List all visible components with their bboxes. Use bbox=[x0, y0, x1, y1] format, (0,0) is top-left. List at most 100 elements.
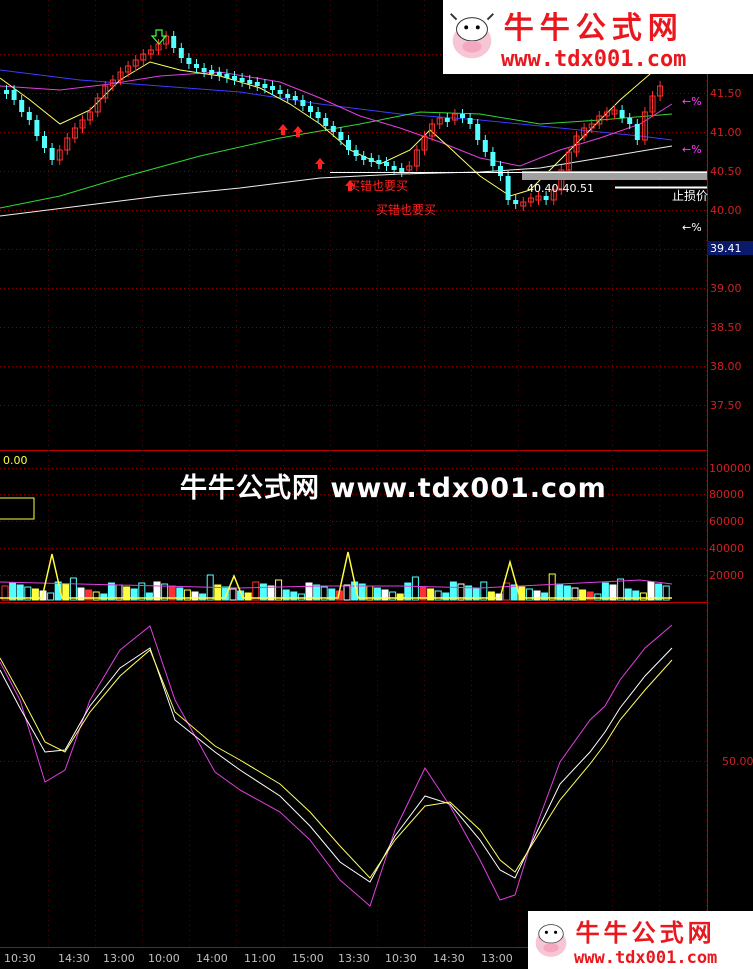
candle-body-down bbox=[247, 80, 253, 84]
price-axis-label: 41.00 bbox=[710, 126, 742, 139]
watermark-logo-top: 牛牛公式网 www.tdx001.com bbox=[443, 0, 753, 74]
candle-body-down bbox=[194, 64, 199, 68]
candle-body-down bbox=[34, 120, 40, 136]
price-axis-label: 41.50 bbox=[710, 87, 742, 100]
time-label: 14:00 bbox=[196, 952, 228, 965]
volume-bar bbox=[275, 579, 283, 601]
candle-body-down bbox=[315, 112, 321, 118]
candle-body-down bbox=[353, 150, 359, 156]
time-label: 10:30 bbox=[4, 952, 36, 965]
buy-signal-text-1: 买错也要买 bbox=[348, 179, 408, 193]
price-axis-label: 40.50 bbox=[710, 165, 742, 178]
candle-body-down bbox=[262, 84, 268, 88]
candle-body-down bbox=[239, 78, 245, 82]
time-label: 10:30 bbox=[385, 952, 417, 965]
price-axis-label: 37.50 bbox=[710, 399, 742, 412]
kdj-d-line bbox=[0, 649, 673, 879]
candle-body-down bbox=[232, 76, 237, 80]
candle-body-down bbox=[4, 90, 9, 94]
time-label: 15:00 bbox=[292, 952, 324, 965]
volume-bar bbox=[411, 576, 419, 601]
candle-body-down bbox=[186, 58, 192, 64]
price-axis-label: 40.00 bbox=[710, 204, 742, 217]
candle-body-down bbox=[513, 200, 519, 204]
candle-body-down bbox=[224, 74, 230, 78]
volume-bar bbox=[290, 591, 298, 601]
arrow-label-3: ←% bbox=[682, 221, 702, 234]
volume-bar bbox=[244, 592, 252, 601]
candle-body-down bbox=[444, 118, 450, 122]
volume-bar bbox=[586, 591, 594, 601]
watermark-url: www.tdx001.com bbox=[574, 947, 718, 968]
current-price-label: 39.41 bbox=[710, 242, 742, 255]
volume-bar bbox=[69, 577, 77, 601]
time-label: 13:00 bbox=[103, 952, 135, 965]
volume-bar bbox=[503, 582, 511, 601]
volume-magenta-line bbox=[0, 579, 673, 589]
kdj-j-line bbox=[0, 624, 673, 907]
price-axis-label: 39.00 bbox=[710, 282, 742, 295]
volume-axis-label: 60000 bbox=[709, 515, 744, 528]
candle-body-down bbox=[619, 110, 625, 118]
candle-body-down bbox=[543, 196, 549, 200]
candle-body-down bbox=[627, 118, 633, 124]
time-label: 11:00 bbox=[244, 952, 276, 965]
kdj-lines bbox=[0, 624, 673, 907]
candle-body-down bbox=[323, 118, 329, 126]
candle-body-down bbox=[270, 86, 275, 90]
volume-bar bbox=[639, 592, 647, 601]
candle-body-down bbox=[361, 156, 367, 160]
candle-body-down bbox=[376, 160, 382, 164]
cow-mascot-icon bbox=[535, 924, 567, 957]
candle-body-down bbox=[216, 72, 222, 76]
candle-body-down bbox=[11, 90, 17, 100]
price-axis-label: 38.50 bbox=[710, 321, 742, 334]
buy-signal-up-arrow-icon bbox=[278, 124, 288, 135]
candle-body-down bbox=[178, 48, 184, 58]
volume-bar bbox=[442, 592, 450, 601]
volume-bar bbox=[389, 591, 397, 601]
volume-bar bbox=[145, 592, 153, 601]
candle-body-down bbox=[209, 70, 215, 74]
volume-axis-label: 80000 bbox=[709, 488, 744, 501]
candle-body-down bbox=[384, 162, 389, 166]
candle-body-down bbox=[467, 118, 473, 124]
volume-bar bbox=[548, 573, 556, 601]
candle-body-down bbox=[285, 94, 291, 98]
watermark-name: 牛牛公式网 bbox=[575, 918, 716, 947]
candle-body-down bbox=[49, 148, 55, 160]
candle-body-down bbox=[292, 96, 298, 100]
watermark-center-text: 牛牛公式网 www.tdx001.com bbox=[180, 473, 607, 504]
candle-body-down bbox=[498, 166, 503, 176]
candle-body-down bbox=[308, 106, 313, 112]
volume-axis-label: 20000 bbox=[709, 569, 744, 582]
candle-body-down bbox=[338, 132, 344, 140]
price-axis-label: 38.00 bbox=[710, 360, 742, 373]
time-label: 14:30 bbox=[58, 952, 90, 965]
candle-body-down bbox=[505, 176, 511, 200]
candle-body-down bbox=[201, 68, 207, 72]
volume-bar bbox=[487, 591, 495, 601]
arrow-label-2: ←% bbox=[682, 143, 702, 156]
candle-body-down bbox=[391, 166, 397, 170]
volume-axis-label: 100000 bbox=[709, 462, 751, 475]
candle-body-down bbox=[42, 136, 47, 148]
candle-body-down bbox=[277, 90, 283, 94]
candle-body-down bbox=[330, 126, 336, 132]
candle-body-down bbox=[490, 152, 496, 166]
time-axis: 10:30 14:30 13:00 10:00 14:00 11:00 15:0… bbox=[4, 952, 513, 965]
time-label: 10:00 bbox=[148, 952, 180, 965]
candle-body-down bbox=[368, 158, 374, 162]
volume-bar bbox=[541, 592, 549, 601]
kdj-k-line bbox=[0, 647, 673, 883]
volume-bar bbox=[47, 592, 55, 601]
candle-body-down bbox=[19, 100, 25, 112]
volume-bar bbox=[343, 584, 351, 601]
volume-bar bbox=[594, 593, 602, 601]
candle-body-down bbox=[346, 140, 351, 150]
volume-bar bbox=[396, 593, 404, 601]
kdj-axis-label: 50.00 bbox=[722, 755, 753, 768]
volume-bars bbox=[1, 573, 670, 601]
candle-body-down bbox=[254, 82, 260, 86]
buy-signal-up-arrow-icon bbox=[315, 158, 325, 169]
